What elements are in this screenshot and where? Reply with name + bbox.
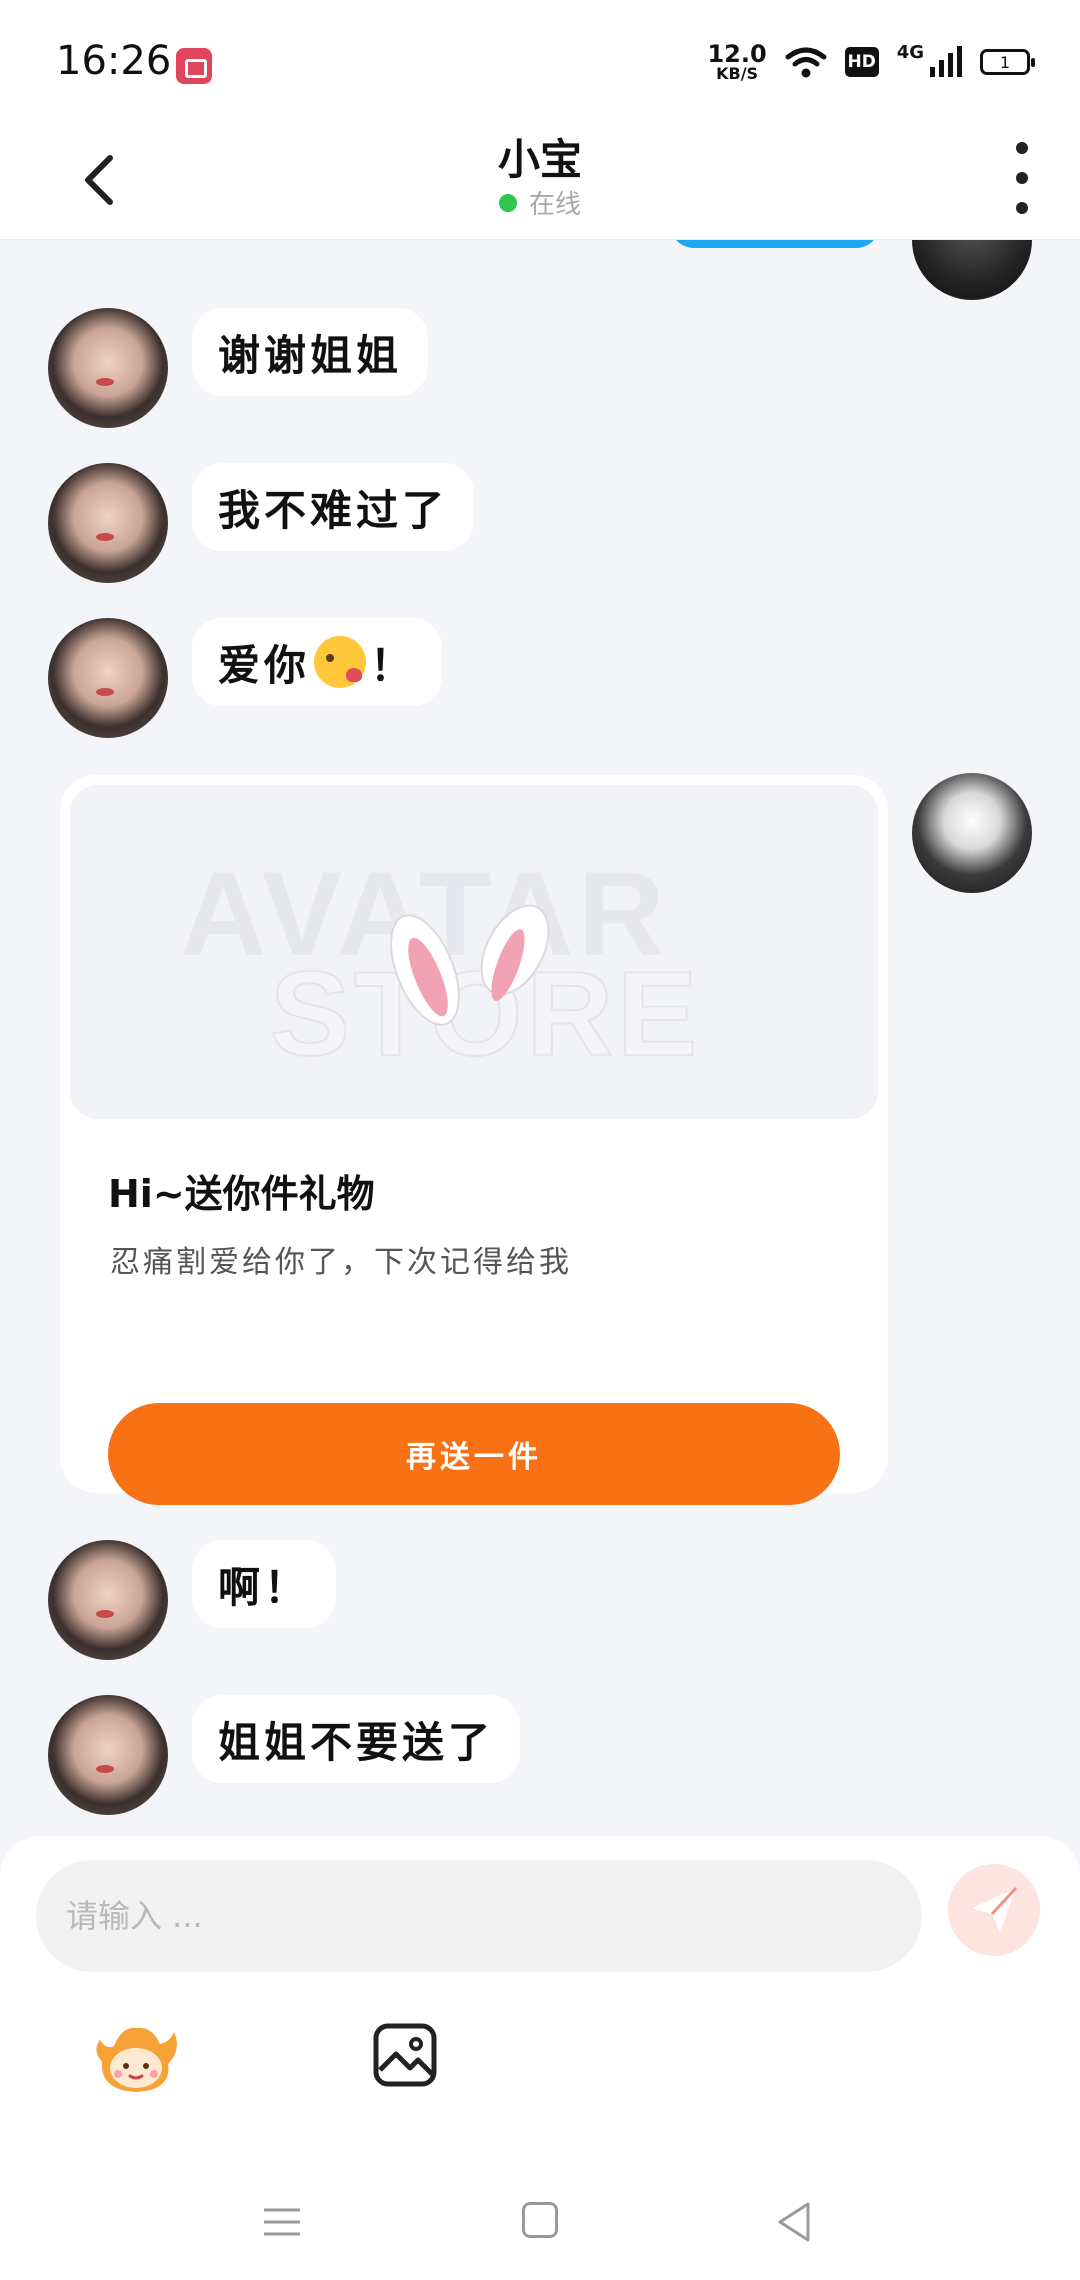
- contact-name: 小宝: [497, 135, 582, 184]
- message-input[interactable]: [66, 1897, 922, 1935]
- send-icon: [972, 1886, 1018, 1932]
- send-button[interactable]: [948, 1864, 1040, 1956]
- battery-icon: 1: [980, 49, 1035, 75]
- network-speed-unit: KB/S: [716, 64, 759, 83]
- home-icon[interactable]: [522, 2202, 558, 2238]
- gift-image[interactable]: AVATAR STORE: [70, 785, 878, 1119]
- online-dot-icon: [498, 193, 517, 212]
- online-status: 在线: [0, 184, 1080, 221]
- nav-back-icon[interactable]: [774, 2200, 814, 2244]
- status-icons: 12.0 KB/S HD 4G 1: [707, 42, 1035, 82]
- signal-icon: [930, 46, 962, 77]
- message-row: 啊！: [48, 1540, 337, 1660]
- gift-title: Hi~送你件礼物: [108, 1172, 375, 1216]
- more-icon[interactable]: [1010, 142, 1034, 214]
- chat-messages: 谢谢姐姐 我不难过了 爱你 ！ AVATAR STORE Hi~送你件礼物 忍痛…: [0, 240, 1080, 1840]
- status-bar: 16:26 12.0 KB/S HD 4G 1: [0, 0, 1080, 120]
- send-another-gift-button[interactable]: 再送一件: [108, 1403, 840, 1505]
- message-text: 爱你: [218, 640, 311, 690]
- message-row: 姐姐不要送了: [48, 1695, 521, 1815]
- message-input-wrapper[interactable]: [36, 1860, 922, 1972]
- kissing-face-icon: [314, 636, 367, 688]
- message-bubble[interactable]: 谢谢姐姐: [192, 308, 429, 396]
- gift-card[interactable]: AVATAR STORE Hi~送你件礼物 忍痛割爱给你了，下次记得给我 再送一…: [60, 775, 888, 1505]
- message-bubble[interactable]: 啊！: [192, 1540, 337, 1628]
- message-text: ！: [370, 640, 417, 690]
- network-type: 4G: [896, 42, 924, 63]
- system-nav-bar: [0, 2096, 1080, 2280]
- hd-badge: HD: [844, 47, 879, 77]
- sent-message-bubble: [670, 240, 880, 248]
- contact-avatar[interactable]: [48, 463, 168, 583]
- wifi-icon: [785, 47, 827, 78]
- mascot-icon[interactable]: [92, 2020, 180, 2096]
- message-bubble[interactable]: 爱你 ！: [192, 618, 443, 706]
- message-bubble[interactable]: 姐姐不要送了: [192, 1695, 521, 1783]
- status-time: 16:26: [56, 38, 172, 84]
- chat-header: 小宝 在线: [0, 120, 1080, 240]
- online-status-text: 在线: [528, 190, 581, 220]
- contact-avatar[interactable]: [48, 1695, 168, 1815]
- contact-avatar[interactable]: [48, 1540, 168, 1660]
- contact-avatar[interactable]: [48, 618, 168, 738]
- menu-icon[interactable]: [262, 2206, 302, 2238]
- bunny-ears-icon: [390, 904, 550, 1026]
- message-bubble[interactable]: 我不难过了: [192, 463, 475, 551]
- image-icon[interactable]: [372, 2022, 438, 2088]
- network-speed: 12.0 KB/S: [707, 42, 766, 82]
- my-avatar[interactable]: [912, 773, 1032, 893]
- gift-description: 忍痛割爱给你了，下次记得给我: [110, 1245, 572, 1280]
- my-avatar[interactable]: [912, 240, 1032, 300]
- screen-record-icon: [176, 48, 212, 84]
- message-row: 爱你 ！: [48, 618, 443, 738]
- message-row: 我不难过了: [48, 463, 475, 583]
- contact-avatar[interactable]: [48, 308, 168, 428]
- network-speed-value: 12.0: [707, 40, 767, 68]
- message-row: 谢谢姐姐: [48, 308, 429, 428]
- input-panel: [0, 1836, 1080, 2096]
